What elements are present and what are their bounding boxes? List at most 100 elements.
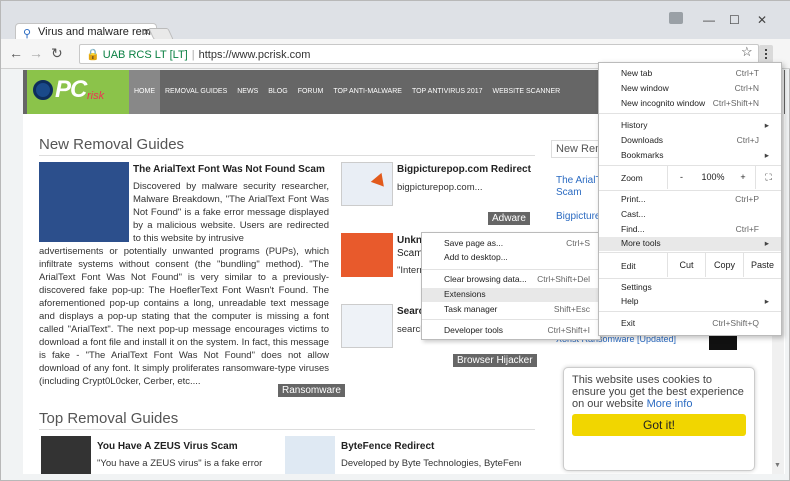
nav-forum[interactable]: FORUM xyxy=(293,70,329,114)
top1-body: "You have a ZEUS virus" is a fake error xyxy=(97,458,263,469)
maximize-button[interactable]: ☐ xyxy=(729,13,740,27)
zoom-out-button[interactable]: - xyxy=(667,165,695,189)
submenu-task-manager-label: Task manager xyxy=(444,304,498,314)
cookie-got-it-button[interactable]: Got it! xyxy=(572,414,746,436)
fullscreen-icon[interactable]: ⛶ xyxy=(755,165,781,189)
menu-cast[interactable]: Cast... xyxy=(599,208,781,222)
section-new-removal-guides: New Removal Guides xyxy=(39,136,185,153)
article1-title[interactable]: The ArialText Font Was Not Found Scam xyxy=(133,164,325,175)
cookie-banner: This website uses cookies to ensure you … xyxy=(563,367,755,471)
article2-title[interactable]: Bigpicturepop.com Redirect xyxy=(397,164,531,175)
submenu-clear-data-shortcut: Ctrl+Shift+Del xyxy=(537,274,590,284)
submenu-separator-2 xyxy=(422,319,602,320)
top1-thumbnail[interactable] xyxy=(41,436,91,474)
submenu-extensions[interactable]: Extensions xyxy=(422,288,602,302)
cookie-more-info-link[interactable]: More info xyxy=(647,398,693,410)
menu-exit-label: Exit xyxy=(621,318,636,328)
security-label: UAB RCS LT [LT] xyxy=(102,49,188,61)
scroll-down-icon[interactable]: ▼ xyxy=(774,462,781,469)
menu-new-tab[interactable]: New tab Ctrl+T xyxy=(599,67,781,81)
menu-history-label: History xyxy=(621,120,648,130)
section-divider xyxy=(39,155,535,156)
nav-news[interactable]: NEWS xyxy=(232,70,263,114)
nav-website-scanner[interactable]: WEBSITE SCANNER xyxy=(488,70,566,114)
zoom-value: 100% xyxy=(701,172,725,182)
article1-category-tag[interactable]: Ransomware xyxy=(278,384,345,397)
section-top-removal-guides: Top Removal Guides xyxy=(39,410,179,427)
menu-new-window[interactable]: New window Ctrl+N xyxy=(599,82,781,96)
top2-thumbnail[interactable] xyxy=(285,436,335,474)
menu-downloads-label: Downloads xyxy=(621,135,664,145)
history-arrow-icon: ▸ xyxy=(764,120,769,130)
submenu-dev-tools-label: Developer tools xyxy=(444,325,504,335)
submenu-clear-data[interactable]: Clear browsing data... Ctrl+Shift+Del xyxy=(422,273,602,287)
submenu-clear-data-label: Clear browsing data... xyxy=(444,274,527,284)
submenu-dev-tools-shortcut: Ctrl+Shift+I xyxy=(547,325,590,335)
copy-button[interactable]: Copy xyxy=(705,253,743,277)
pcrisk-logo[interactable]: PC risk xyxy=(27,70,129,114)
article4-category-tag[interactable]: Browser Hijacker xyxy=(453,354,537,367)
section-divider-2 xyxy=(39,429,535,430)
submenu-add-desktop[interactable]: Add to desktop... xyxy=(422,251,602,265)
menu-more-tools[interactable]: More tools ▸ xyxy=(599,237,781,251)
menu-separator-6 xyxy=(599,311,781,312)
article1-body-top: Discovered by malware security researche… xyxy=(133,181,329,244)
submenu-task-manager[interactable]: Task manager Shift+Esc xyxy=(422,303,602,317)
top1-title[interactable]: You Have A ZEUS Virus Scam xyxy=(97,441,238,452)
menu-new-tab-shortcut: Ctrl+T xyxy=(735,68,759,78)
profile-icon[interactable] xyxy=(669,12,683,24)
sidebar-link-1b[interactable]: Scam xyxy=(556,186,582,199)
logo-sub: risk xyxy=(87,90,105,102)
nav-home[interactable]: HOME xyxy=(129,70,160,114)
chrome-menu-button[interactable] xyxy=(759,45,773,63)
nav-top-antivirus[interactable]: TOP ANTIVIRUS 2017 xyxy=(407,70,488,114)
top2-title[interactable]: ByteFence Redirect xyxy=(341,441,434,452)
article1-thumbnail[interactable] xyxy=(39,162,129,242)
menu-more-tools-label: More tools xyxy=(621,238,661,248)
article2-category-tag[interactable]: Adware xyxy=(488,212,530,225)
submenu-save-page[interactable]: Save page as... Ctrl+S xyxy=(422,237,602,251)
article4-thumbnail[interactable] xyxy=(341,304,393,348)
close-window-button[interactable]: ✕ xyxy=(757,13,767,27)
menu-new-incognito-label: New incognito window xyxy=(621,98,706,108)
minimize-button[interactable]: — xyxy=(703,13,715,27)
reload-icon[interactable]: ↻ xyxy=(51,45,63,62)
bookmark-star-icon[interactable]: ☆ xyxy=(741,44,753,60)
more-tools-arrow-icon: ▸ xyxy=(764,238,769,248)
menu-new-incognito-shortcut: Ctrl+Shift+N xyxy=(712,98,759,108)
browser-window: ⚲ Virus and malware remo × — ☐ ✕ ← → ↻ 🔒… xyxy=(0,0,790,481)
bookmarks-arrow-icon: ▸ xyxy=(764,150,769,160)
nav-top-anti-malware[interactable]: TOP ANTI-MALWARE xyxy=(328,70,407,114)
paste-button[interactable]: Paste xyxy=(743,253,781,277)
menu-new-incognito[interactable]: New incognito window Ctrl+Shift+N xyxy=(599,97,781,111)
zoom-row: Zoom - 100% + ⛶ xyxy=(599,165,781,189)
menu-settings[interactable]: Settings xyxy=(599,281,781,295)
nav-blog[interactable]: BLOG xyxy=(263,70,292,114)
menu-downloads[interactable]: Downloads Ctrl+J xyxy=(599,134,781,148)
chrome-menu: New tab Ctrl+T New window Ctrl+N New incog… xyxy=(598,62,782,336)
menu-print[interactable]: Print... Ctrl+P xyxy=(599,193,781,207)
menu-bookmarks[interactable]: Bookmarks ▸ xyxy=(599,149,781,163)
submenu-separator xyxy=(422,269,602,270)
menu-help[interactable]: Help ▸ xyxy=(599,295,781,309)
cut-button[interactable]: Cut xyxy=(667,253,705,277)
top2-body: Developed by Byte Technologies, ByteFenc… xyxy=(341,458,521,469)
zoom-in-button[interactable]: + xyxy=(731,165,755,189)
menu-bookmarks-label: Bookmarks xyxy=(621,150,664,160)
menu-separator-1 xyxy=(599,113,781,114)
nav-removal-guides[interactable]: REMOVAL GUIDES xyxy=(160,70,232,114)
more-tools-submenu: Save page as... Ctrl+S Add to desktop... … xyxy=(421,232,602,340)
address-bar[interactable]: 🔒 UAB RCS LT [LT] | https://www.pcrisk.com xyxy=(79,44,759,64)
menu-find[interactable]: Find... Ctrl+F xyxy=(599,223,781,237)
menu-exit[interactable]: Exit Ctrl+Shift+Q xyxy=(599,317,781,331)
menu-find-label: Find... xyxy=(621,224,645,234)
submenu-dev-tools[interactable]: Developer tools Ctrl+Shift+I xyxy=(422,324,602,338)
menu-history[interactable]: History ▸ xyxy=(599,119,781,133)
back-arrow-icon[interactable]: ← xyxy=(9,45,23,61)
submenu-task-manager-shortcut: Shift+Esc xyxy=(553,304,590,314)
article2-body: bigpicturepop.com... xyxy=(397,182,483,193)
forward-arrow-icon[interactable]: → xyxy=(29,45,43,61)
article1-body: advertisements or potentially unwanted p… xyxy=(39,246,329,387)
help-arrow-icon: ▸ xyxy=(764,296,769,306)
article3-thumbnail[interactable] xyxy=(341,233,393,277)
